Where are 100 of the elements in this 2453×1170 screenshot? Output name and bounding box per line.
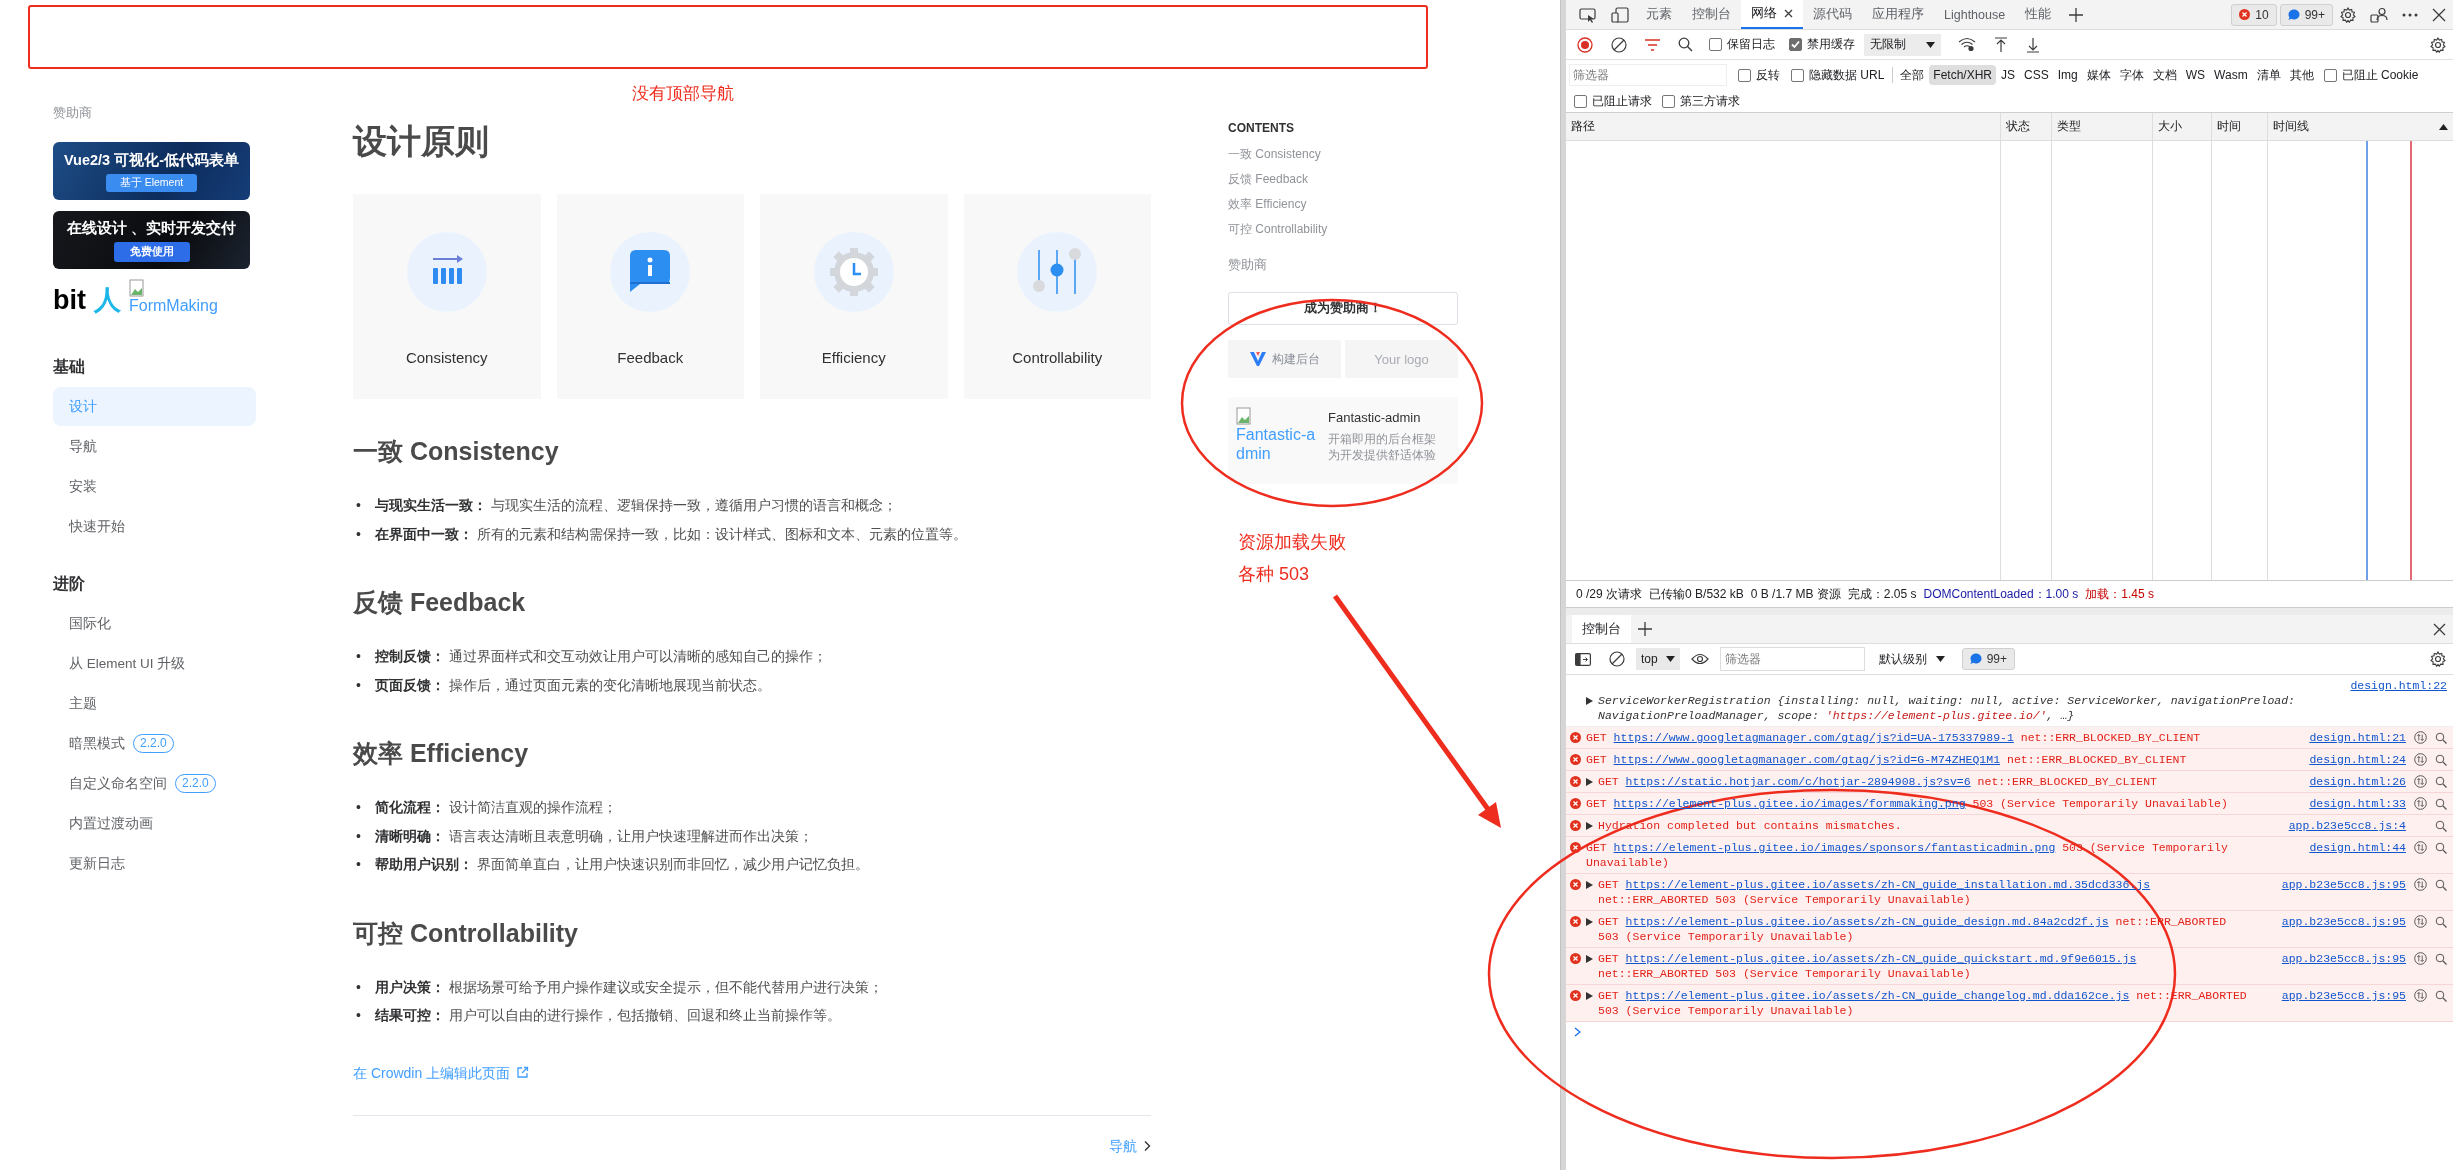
filter-input[interactable]: 筛选器 bbox=[1570, 65, 1726, 85]
source-link[interactable]: app.b23e5cc8.js:4 bbox=[2288, 818, 2406, 833]
nav-item[interactable]: 从 Element UI 升级 bbox=[53, 644, 256, 683]
upload-icon[interactable] bbox=[1994, 36, 2008, 53]
checkbox-label[interactable]: 已阻止 Cookie bbox=[2341, 66, 2419, 84]
sponsor-banner[interactable]: 在线设计 、实时开发交付 免费使用 bbox=[53, 211, 250, 269]
console-filter-input[interactable]: 筛选器 bbox=[1719, 647, 1865, 671]
resource-type-filter[interactable]: 清单 bbox=[2252, 63, 2285, 87]
nav-item[interactable]: 更新日志 bbox=[53, 844, 256, 883]
eye-icon[interactable] bbox=[1690, 653, 1709, 665]
checkbox-label[interactable]: 隐藏数据 URL bbox=[1809, 66, 1885, 84]
checkbox[interactable] bbox=[1574, 94, 1587, 108]
download-icon[interactable] bbox=[2026, 36, 2040, 53]
column-header[interactable]: 大小 bbox=[2153, 113, 2211, 141]
column-header[interactable]: 类型 bbox=[2052, 113, 2152, 141]
expand-arrow-icon[interactable] bbox=[1586, 954, 1593, 963]
expand-arrow-icon[interactable] bbox=[1586, 991, 1593, 1000]
network-request-icon[interactable] bbox=[2414, 915, 2427, 928]
resource-type-filter[interactable]: 文档 bbox=[2148, 63, 2181, 87]
search-icon[interactable] bbox=[2435, 841, 2447, 854]
checkbox-label[interactable]: 已阻止请求 bbox=[1592, 92, 1652, 110]
checkbox[interactable] bbox=[1789, 38, 1802, 51]
checkbox-label[interactable]: 保留日志 bbox=[1727, 36, 1775, 53]
nav-item[interactable]: 快速开始 bbox=[53, 507, 256, 546]
resource-type-filter[interactable]: JS bbox=[1997, 65, 2020, 85]
nav-item[interactable]: 自定义命名空间 2.2.0 bbox=[53, 764, 256, 803]
url-link[interactable]: https://element-plus.gitee.io/assets/zh-CN_guide_changelog.md.dda162ce.js bbox=[1625, 989, 2130, 1002]
checkbox-label[interactable]: 反转 bbox=[1756, 66, 1780, 84]
search-icon[interactable] bbox=[2435, 989, 2447, 1002]
nav-item[interactable]: 安装 bbox=[53, 467, 256, 506]
search-icon[interactable] bbox=[2435, 753, 2447, 766]
checkbox[interactable] bbox=[2323, 68, 2337, 82]
throttle-select[interactable]: 无限制 bbox=[1864, 33, 1941, 56]
expand-arrow-icon[interactable] bbox=[1586, 917, 1593, 926]
checkbox-label[interactable]: 第三方请求 bbox=[1680, 92, 1740, 110]
search-icon[interactable] bbox=[2435, 797, 2447, 810]
devtools-tab[interactable]: 性能 bbox=[2015, 0, 2062, 29]
message-count-button[interactable]: 99+ bbox=[2279, 3, 2333, 26]
add-tab-icon[interactable] bbox=[2068, 6, 2085, 23]
resource-type-filter[interactable]: Fetch/XHR bbox=[1929, 65, 1997, 85]
nav-item[interactable]: 主题 bbox=[53, 684, 256, 723]
sponsor-card[interactable]: Fantastic-admin Fantastic-admin 开箱即用的后台框架 为开发提供舒适体验 bbox=[1228, 397, 1458, 484]
source-link[interactable]: design.html:26 bbox=[2309, 774, 2406, 789]
error-count-button[interactable]: 10 bbox=[2231, 3, 2277, 26]
devtools-tab[interactable]: 控制台 bbox=[1682, 0, 1741, 29]
resource-type-filter[interactable]: 字体 bbox=[2115, 63, 2148, 87]
context-select[interactable]: top bbox=[1636, 648, 1680, 670]
inspect-icon[interactable] bbox=[1579, 6, 1597, 23]
network-request-icon[interactable] bbox=[2414, 731, 2427, 744]
source-link[interactable]: app.b23e5cc8.js:95 bbox=[2281, 988, 2406, 1003]
url-link[interactable]: https://element-plus.gitee.io/assets/zh-CN_guide_design.md.84a2cd2f.js bbox=[1625, 915, 2109, 928]
resource-type-filter[interactable]: CSS bbox=[2020, 65, 2053, 85]
sponsor-banner[interactable]: Vue2/3 可视化-低代码表单 基于 Element bbox=[53, 142, 250, 200]
search-icon[interactable] bbox=[2435, 915, 2447, 928]
source-link[interactable]: design.html:33 bbox=[2309, 796, 2406, 811]
nav-item[interactable]: 导航 bbox=[53, 427, 256, 466]
close-icon[interactable] bbox=[2432, 7, 2446, 22]
close-icon[interactable] bbox=[2433, 622, 2446, 636]
message-count-button[interactable]: 99+ bbox=[1961, 648, 2016, 670]
expand-arrow-icon[interactable] bbox=[1586, 777, 1593, 786]
devtools-tab[interactable]: 源代码 bbox=[1803, 0, 1862, 29]
resource-type-filter[interactable]: WS bbox=[2181, 65, 2210, 85]
settings-icon[interactable] bbox=[2340, 6, 2356, 23]
source-link[interactable]: design.html:21 bbox=[2309, 730, 2406, 745]
people-icon[interactable] bbox=[2370, 6, 2388, 23]
network-request-icon[interactable] bbox=[2414, 775, 2427, 788]
settings-icon[interactable] bbox=[2430, 651, 2446, 667]
devtools-tab[interactable]: 应用程序 bbox=[1862, 0, 1934, 29]
resource-type-filter[interactable]: Img bbox=[2053, 65, 2082, 85]
source-link[interactable]: design.html:22 bbox=[2350, 678, 2447, 693]
url-link[interactable]: https://element-plus.gitee.io/assets/zh-CN_guide_quickstart.md.9f9e6015.js bbox=[1625, 952, 2137, 965]
expand-arrow-icon[interactable] bbox=[1586, 880, 1593, 889]
record-icon[interactable] bbox=[1577, 36, 1593, 53]
resource-type-filter[interactable]: Wasm bbox=[2210, 65, 2252, 85]
nav-item[interactable]: 国际化 bbox=[53, 604, 256, 643]
close-icon[interactable] bbox=[1784, 9, 1793, 18]
search-icon[interactable] bbox=[2435, 819, 2447, 832]
source-link[interactable]: app.b23e5cc8.js:95 bbox=[2281, 951, 2406, 966]
drawer-tab[interactable]: 控制台 bbox=[1572, 615, 1631, 643]
expand-arrow-icon[interactable] bbox=[1586, 696, 1593, 705]
checkbox[interactable] bbox=[1709, 38, 1722, 51]
checkbox[interactable] bbox=[1738, 68, 1751, 82]
network-conditions-icon[interactable] bbox=[1958, 37, 1976, 52]
source-link[interactable]: design.html:24 bbox=[2309, 752, 2406, 767]
source-link[interactable]: app.b23e5cc8.js:95 bbox=[2281, 877, 2406, 892]
network-request-icon[interactable] bbox=[2414, 989, 2427, 1002]
nav-item[interactable]: 暗黑模式 2.2.0 bbox=[53, 724, 256, 763]
nav-item[interactable]: 内置过渡动画 bbox=[53, 804, 256, 843]
column-header[interactable]: 时间线 bbox=[2268, 113, 2453, 141]
search-icon[interactable] bbox=[2435, 878, 2447, 891]
search-icon[interactable] bbox=[2435, 775, 2447, 788]
devtools-tab[interactable]: 元素 bbox=[1636, 0, 1682, 29]
url-link[interactable]: https://element-plus.gitee.io/images/sponsors/fantasticadmin.png bbox=[1613, 841, 2056, 854]
search-icon[interactable] bbox=[1678, 37, 1693, 52]
url-link[interactable]: https://www.googletagmanager.com/gtag/js?id=G-M74ZHEQ1M1 bbox=[1613, 753, 2001, 766]
source-link[interactable]: design.html:44 bbox=[2309, 840, 2406, 855]
source-link[interactable]: app.b23e5cc8.js:95 bbox=[2281, 914, 2406, 929]
resource-type-filter[interactable]: 媒体 bbox=[2082, 63, 2115, 87]
search-icon[interactable] bbox=[2435, 952, 2447, 965]
device-emulation-icon[interactable] bbox=[1611, 6, 1629, 23]
